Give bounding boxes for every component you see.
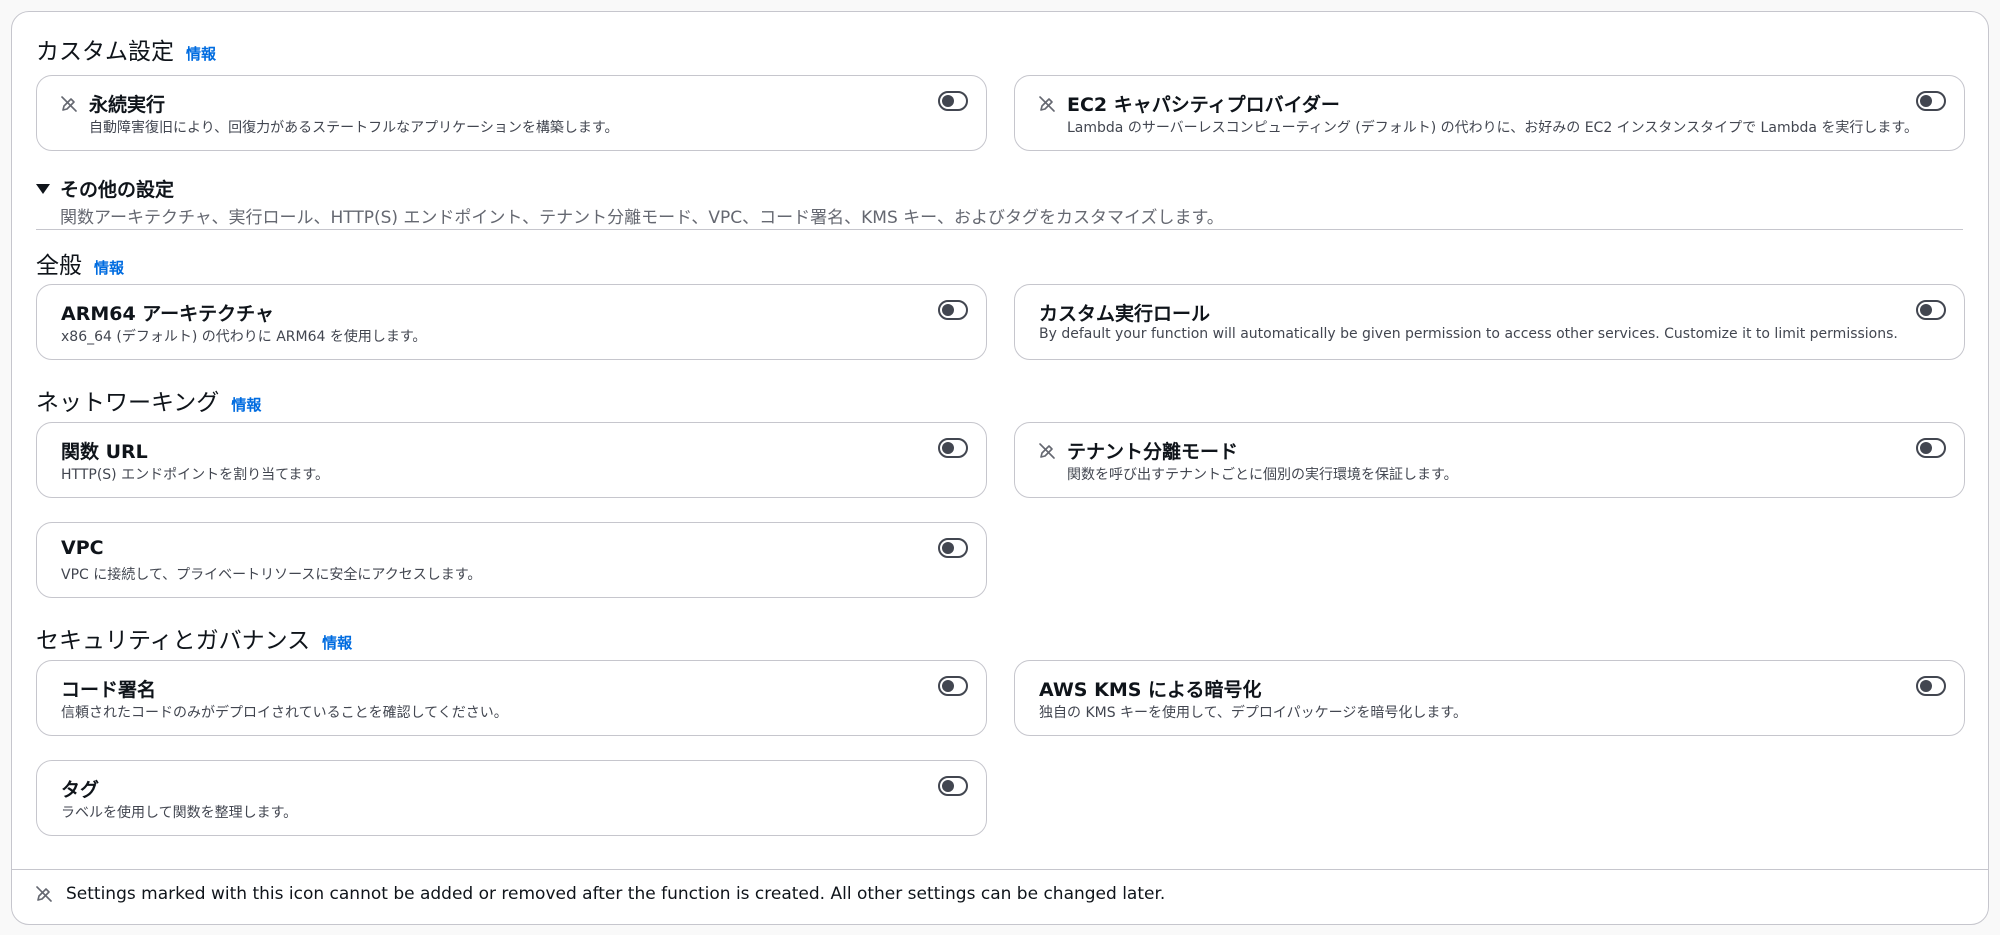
card-description: 信頼されたコードのみがデプロイされていることを確認してください。 bbox=[61, 705, 508, 721]
card-title: コード署名 bbox=[61, 679, 157, 701]
pencil-slash-icon bbox=[1039, 96, 1055, 112]
function-url-toggle[interactable] bbox=[938, 438, 968, 458]
general-section-title: 全般 情報 bbox=[36, 246, 124, 280]
networking-section-title: ネットワーキング 情報 bbox=[36, 383, 261, 417]
card-title: AWS KMS による暗号化 bbox=[1039, 679, 1262, 701]
pencil-slash-icon bbox=[36, 886, 52, 902]
card-title: EC2 キャパシティプロバイダー bbox=[1067, 94, 1340, 116]
code-signing-toggle[interactable] bbox=[938, 676, 968, 696]
custom-settings-info-link[interactable]: 情報 bbox=[186, 43, 216, 64]
card-description: VPC に接続して、プライベートリソースに安全にアクセスします。 bbox=[61, 567, 482, 583]
pencil-slash-icon bbox=[61, 96, 77, 112]
other-settings-expander[interactable]: その他の設定 bbox=[36, 175, 174, 202]
card-custom-execution-role: カスタム実行ロール By default your function will … bbox=[1014, 284, 1965, 360]
other-settings-description: 関数アーキテクチャ、実行ロール、HTTP(S) エンドポイント、テナント分離モー… bbox=[60, 208, 1224, 228]
card-description: 自動障害復旧により、回復力があるステートフルなアプリケーションを構築します。 bbox=[89, 120, 619, 136]
card-tags: タグ ラベルを使用して関数を整理します。 bbox=[36, 760, 987, 836]
card-title: カスタム実行ロール bbox=[1039, 303, 1211, 325]
custom-execution-role-toggle[interactable] bbox=[1916, 300, 1946, 320]
card-description: x86_64 (デフォルト) の代わりに ARM64 を使用します。 bbox=[61, 329, 427, 345]
security-heading: セキュリティとガバナンス bbox=[36, 628, 311, 654]
card-description: Lambda のサーバーレスコンピューティング (デフォルト) の代わりに、お好… bbox=[1067, 120, 1918, 136]
footer-text: Settings marked with this icon cannot be… bbox=[66, 884, 1166, 904]
card-description: 関数を呼び出すテナントごとに個別の実行環境を保証します。 bbox=[1067, 467, 1458, 483]
custom-settings-panel: カスタム設定 情報 永続実行 自動障害復旧により、回復力があるステートフルなアプ… bbox=[11, 11, 1989, 925]
general-heading: 全般 bbox=[36, 253, 82, 279]
card-arm64-architecture: ARM64 アーキテクチャ x86_64 (デフォルト) の代わりに ARM64… bbox=[36, 284, 987, 360]
tags-toggle[interactable] bbox=[938, 776, 968, 796]
card-kms-encryption: AWS KMS による暗号化 独自の KMS キーを使用して、デプロイパッケージ… bbox=[1014, 660, 1965, 736]
card-description: ラベルを使用して関数を整理します。 bbox=[61, 805, 298, 821]
card-title: 関数 URL bbox=[61, 441, 148, 463]
ec2-capacity-provider-toggle[interactable] bbox=[1916, 91, 1946, 111]
general-info-link[interactable]: 情報 bbox=[94, 257, 124, 278]
kms-encryption-toggle[interactable] bbox=[1916, 676, 1946, 696]
card-title: 永続実行 bbox=[89, 94, 166, 116]
custom-settings-title: カスタム設定 情報 bbox=[36, 32, 216, 66]
networking-heading: ネットワーキング bbox=[36, 390, 220, 416]
card-description: By default your function will automatica… bbox=[1039, 326, 1898, 342]
durable-execution-toggle[interactable] bbox=[938, 91, 968, 111]
card-title: VPC bbox=[61, 537, 104, 559]
security-section-title: セキュリティとガバナンス 情報 bbox=[36, 621, 352, 655]
custom-settings-heading: カスタム設定 bbox=[36, 39, 174, 65]
tenant-isolation-mode-toggle[interactable] bbox=[1916, 438, 1946, 458]
card-description: HTTP(S) エンドポイントを割り当てます。 bbox=[61, 467, 329, 483]
pencil-slash-icon bbox=[1039, 443, 1055, 459]
arm64-architecture-toggle[interactable] bbox=[938, 300, 968, 320]
caret-down-icon bbox=[36, 183, 50, 194]
card-vpc: VPC VPC に接続して、プライベートリソースに安全にアクセスします。 bbox=[36, 522, 987, 598]
card-title: タグ bbox=[61, 779, 100, 801]
other-settings-label: その他の設定 bbox=[60, 179, 175, 201]
card-description: 独自の KMS キーを使用して、デプロイパッケージを暗号化します。 bbox=[1039, 705, 1467, 721]
card-tenant-isolation-mode: テナント分離モード 関数を呼び出すテナントごとに個別の実行環境を保証します。 bbox=[1014, 422, 1965, 498]
card-title: テナント分離モード bbox=[1067, 441, 1239, 463]
security-info-link[interactable]: 情報 bbox=[322, 632, 352, 653]
card-function-url: 関数 URL HTTP(S) エンドポイントを割り当てます。 bbox=[36, 422, 987, 498]
card-ec2-capacity-provider: EC2 キャパシティプロバイダー Lambda のサーバーレスコンピューティング… bbox=[1014, 75, 1965, 151]
divider bbox=[36, 229, 1963, 230]
networking-info-link[interactable]: 情報 bbox=[231, 394, 261, 415]
card-title: ARM64 アーキテクチャ bbox=[61, 303, 274, 325]
card-code-signing: コード署名 信頼されたコードのみがデプロイされていることを確認してください。 bbox=[36, 660, 987, 736]
footer-divider bbox=[12, 869, 1988, 870]
footer-note: Settings marked with this icon cannot be… bbox=[34, 884, 1165, 904]
card-durable-execution: 永続実行 自動障害復旧により、回復力があるステートフルなアプリケーションを構築し… bbox=[36, 75, 987, 151]
vpc-toggle[interactable] bbox=[938, 538, 968, 558]
